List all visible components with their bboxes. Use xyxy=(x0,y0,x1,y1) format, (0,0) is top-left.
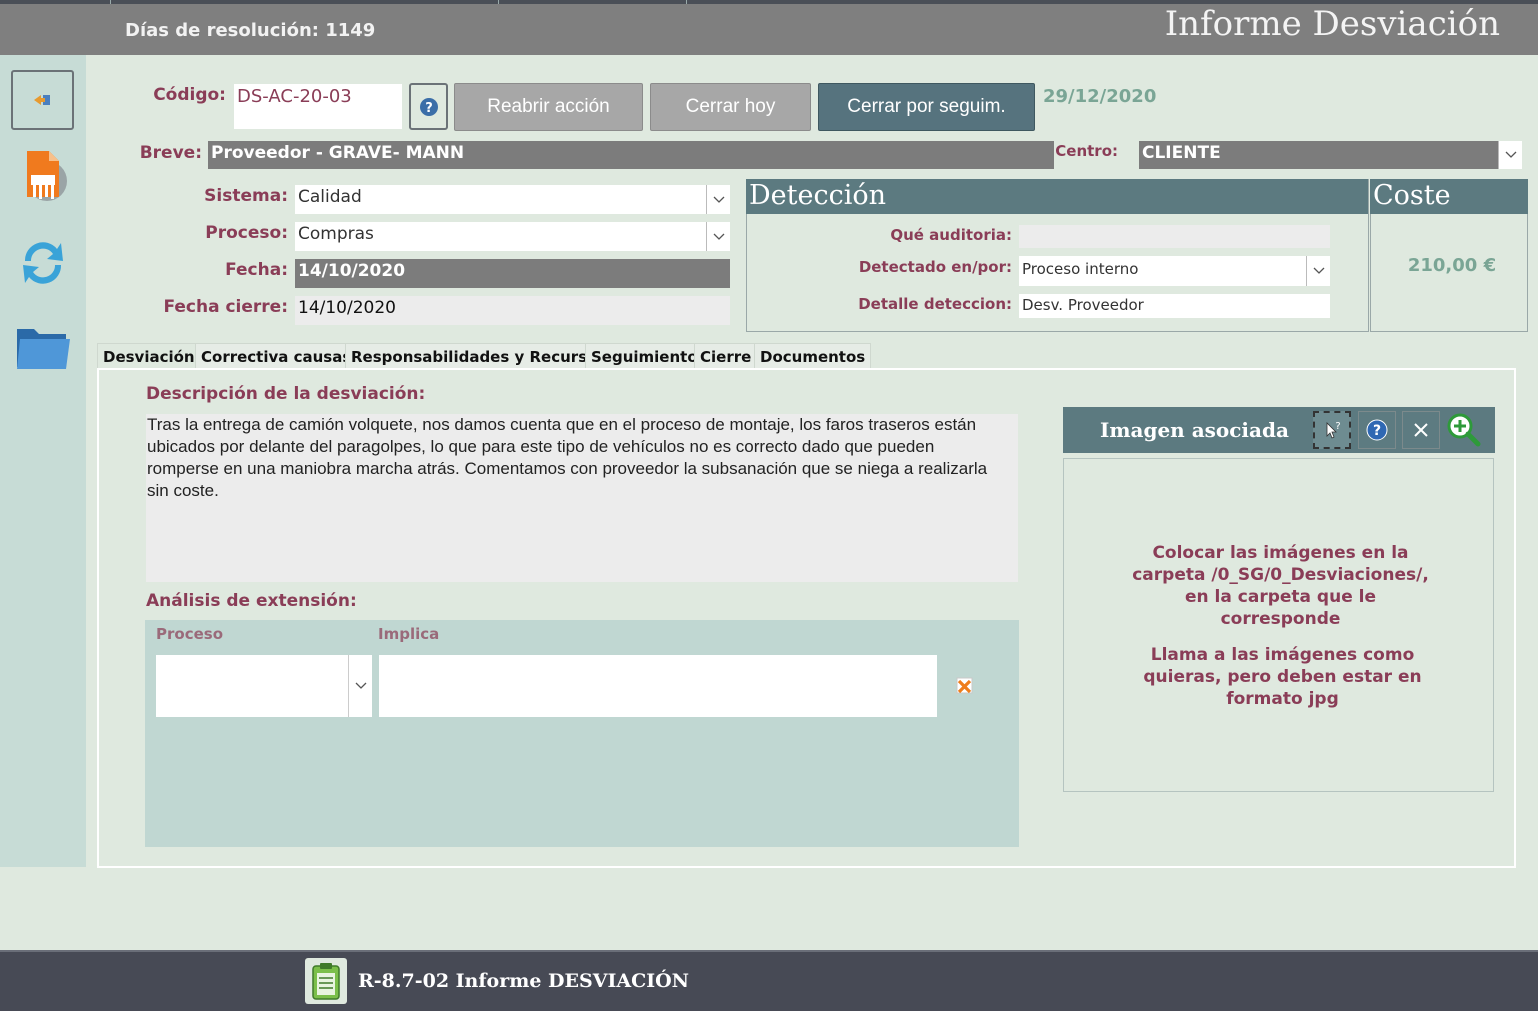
back-button[interactable] xyxy=(11,70,74,130)
chevron-down-icon[interactable] xyxy=(1498,141,1522,169)
codigo-label: Código: xyxy=(153,85,226,105)
analisis-proceso-select[interactable] xyxy=(156,655,372,717)
tab-correctiva-causas[interactable]: Correctiva causas xyxy=(195,343,358,369)
deteccion-title: Detección xyxy=(746,179,1368,214)
chevron-down-icon[interactable] xyxy=(706,222,730,251)
help-button[interactable]: ? xyxy=(409,83,448,130)
fecha-cierre-label: Fecha cierre: xyxy=(163,297,288,317)
detalle-field[interactable]: Desv. Proveedor xyxy=(1019,294,1330,318)
page-title: Informe Desviación xyxy=(1164,4,1500,44)
proceso-select[interactable]: Compras xyxy=(295,222,730,251)
breve-field[interactable]: Proveedor - GRAVE- MANN xyxy=(208,141,1054,169)
col-proceso-header: Proceso xyxy=(156,625,223,643)
delete-image-button[interactable] xyxy=(1402,411,1440,449)
breve-label: Breve: xyxy=(139,143,202,163)
refresh-button[interactable] xyxy=(11,233,74,293)
tab-divider xyxy=(498,0,499,4)
imagen-title: Imagen asociada xyxy=(1100,418,1289,442)
footer-bar: R-8.7-02 Informe DESVIACIÓN xyxy=(0,950,1538,1011)
descripcion-textarea[interactable]: Tras la entrega de camión volquete, nos … xyxy=(146,414,1018,582)
proceso-value: Compras xyxy=(298,224,374,244)
sistema-value: Calidad xyxy=(298,187,362,207)
footer-title: R-8.7-02 Informe DESVIACIÓN xyxy=(358,970,690,992)
exit-arrow-icon xyxy=(33,95,50,105)
chevron-down-icon[interactable] xyxy=(1306,256,1330,286)
col-implica-header: Implica xyxy=(378,625,440,643)
svg-text:?: ? xyxy=(1373,423,1381,439)
tab-divider xyxy=(110,0,111,4)
cerrar-hoy-button[interactable]: Cerrar hoy xyxy=(650,83,811,131)
zoom-in-icon xyxy=(1447,413,1481,447)
coste-title: Coste xyxy=(1370,179,1528,214)
whats-this-button[interactable]: ? xyxy=(1313,411,1351,449)
folder-icon xyxy=(16,329,70,369)
pointer-help-icon: ? xyxy=(1326,421,1341,439)
sistema-select[interactable]: Calidad xyxy=(295,185,730,214)
checkbox-checked-icon xyxy=(956,677,973,694)
folder-button[interactable] xyxy=(11,317,74,377)
image-help-button[interactable]: ? xyxy=(1358,411,1396,449)
sistema-label: Sistema: xyxy=(204,186,288,206)
fecha-field[interactable]: 14/10/2020 xyxy=(295,259,730,288)
cerrar-seguim-button[interactable]: Cerrar por seguim. xyxy=(818,83,1035,131)
svg-text:?: ? xyxy=(425,101,433,116)
image-instructions-2: Llama a las imágenes como quieras, pero … xyxy=(1143,645,1422,709)
codigo-field[interactable]: DS-AC-20-03 xyxy=(234,84,402,129)
tab-divider xyxy=(686,0,687,4)
fecha-label: Fecha: xyxy=(225,260,288,280)
clipboard-icon xyxy=(312,963,340,1000)
resolution-days: Días de resolución: 1149 xyxy=(125,20,376,41)
report-icon-box xyxy=(305,958,347,1004)
centro-label: Centro: xyxy=(1055,142,1118,160)
sync-arrows-icon xyxy=(22,242,63,284)
chevron-down-icon[interactable] xyxy=(348,655,372,717)
detectado-label: Detectado en/por: xyxy=(858,258,1012,276)
implica-checkbox[interactable] xyxy=(955,675,975,695)
analisis-implica-field[interactable] xyxy=(379,655,937,717)
proceso-label: Proceso: xyxy=(205,223,288,243)
tab-cierre[interactable]: Cierre xyxy=(694,343,758,369)
svg-text:?: ? xyxy=(1335,421,1340,432)
closing-date: 29/12/2020 xyxy=(1043,86,1157,107)
left-nav xyxy=(0,55,86,867)
fecha-cierre-field[interactable]: 14/10/2020 xyxy=(295,296,730,325)
zoom-image-button[interactable] xyxy=(1445,411,1483,449)
reabrir-button[interactable]: Reabrir acción xyxy=(454,83,643,131)
image-instructions-1: Colocar las imágenes en la carpeta /0_SG… xyxy=(1132,543,1429,629)
analisis-label: Análisis de extensión: xyxy=(146,591,357,611)
tab-documentos[interactable]: Documentos xyxy=(754,343,872,369)
descripcion-label: Descripción de la desviación: xyxy=(146,384,426,404)
question-icon: ? xyxy=(419,97,438,116)
detectado-value: Proceso interno xyxy=(1022,260,1139,278)
pdf-document-icon xyxy=(26,151,67,201)
pdf-button[interactable] xyxy=(11,145,74,205)
tab-desviacion[interactable]: Desviación xyxy=(97,343,201,369)
question-icon: ? xyxy=(1366,419,1388,441)
que-auditoria-field[interactable] xyxy=(1019,225,1330,248)
chevron-down-icon[interactable] xyxy=(706,185,730,214)
close-icon xyxy=(1414,423,1428,437)
coste-value: 210,00 € xyxy=(1407,255,1497,276)
que-auditoria-label: Qué auditoria: xyxy=(890,226,1012,244)
centro-select[interactable]: CLIENTE xyxy=(1139,141,1522,169)
detalle-label: Detalle deteccion: xyxy=(858,295,1012,313)
detectado-select[interactable]: Proceso interno xyxy=(1019,256,1330,286)
tab-responsabilidades[interactable]: Responsabilidades y Recursos xyxy=(345,343,613,369)
centro-value: CLIENTE xyxy=(1142,143,1221,163)
tab-seguimiento[interactable]: Seguimiento xyxy=(585,343,704,369)
